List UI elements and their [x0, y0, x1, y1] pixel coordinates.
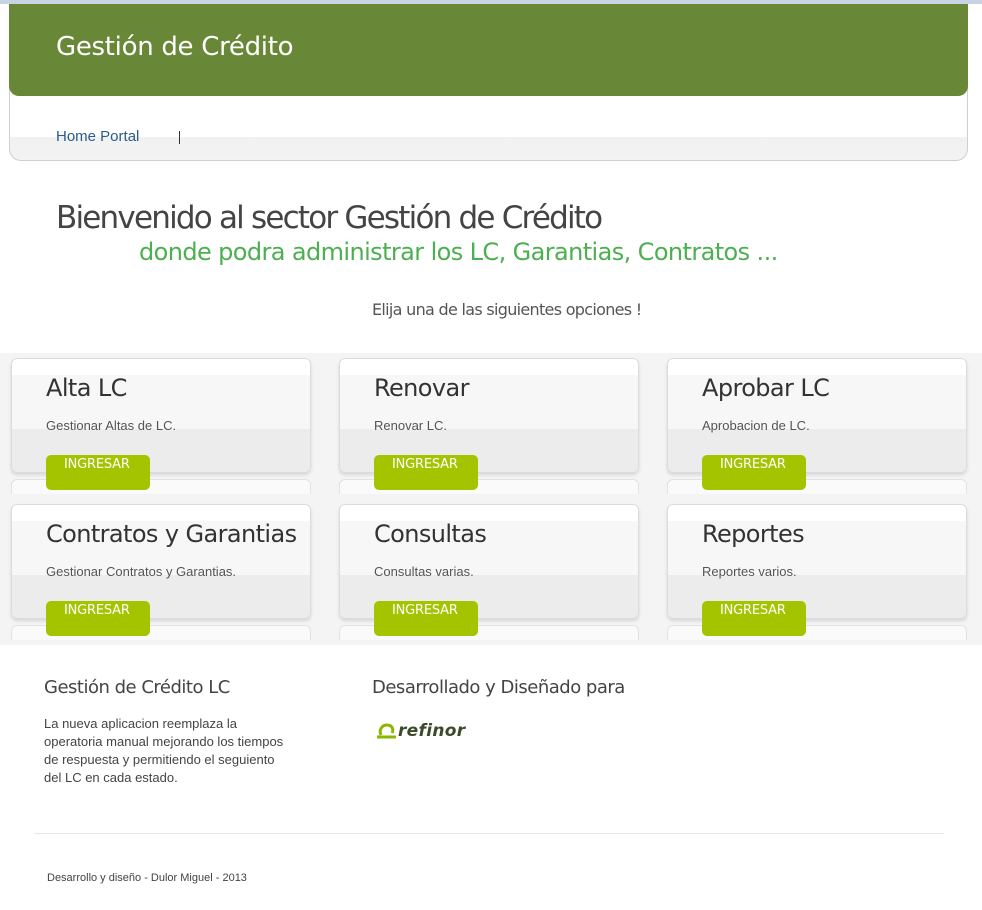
site-title: Gestión de Crédito	[56, 32, 294, 62]
option-card-consultas: Consultas Consultas varias. INGRESAR	[339, 504, 639, 640]
card-title: Renovar	[374, 374, 469, 402]
card-title: Consultas	[374, 520, 487, 548]
nav-separator	[179, 131, 180, 144]
card-title: Contratos y Garantias	[46, 520, 297, 548]
card-description: Consultas varias.	[374, 564, 474, 579]
card-title: Reportes	[702, 520, 805, 548]
footer-made-for-title: Desarrollado y Diseñado para	[372, 677, 625, 698]
card-description: Aprobacion de LC.	[702, 418, 810, 433]
choose-option-text: Elija una de las siguientes opciones !	[372, 300, 642, 319]
ingresar-button-consultas[interactable]: INGRESAR	[374, 601, 478, 636]
welcome-subtitle: donde podra administrar los LC, Garantia…	[139, 238, 778, 266]
page-header: Gestión de Crédito	[9, 4, 968, 96]
option-card-alta-lc: Alta LC Gestionar Altas de LC. INGRESAR	[11, 358, 311, 494]
card-title: Aprobar LC	[702, 374, 830, 402]
options-band: Alta LC Gestionar Altas de LC. INGRESAR …	[0, 353, 982, 645]
footer-divider	[34, 833, 944, 834]
card-description: Renovar LC.	[374, 418, 447, 433]
option-card-reportes: Reportes Reportes varios. INGRESAR	[667, 504, 967, 640]
nav-home-portal-link[interactable]: Home Portal	[56, 128, 139, 145]
refinor-logo-text: refinor	[398, 721, 466, 741]
option-card-renovar: Renovar Renovar LC. INGRESAR	[339, 358, 639, 494]
ingresar-button-reportes[interactable]: INGRESAR	[702, 601, 806, 636]
card-description: Reportes varios.	[702, 564, 797, 579]
welcome-title: Bienvenido al sector Gestión de Crédito	[56, 200, 603, 236]
footer-credits: Desarrollo y diseño - Dulor Miguel - 201…	[47, 872, 247, 884]
card-title: Alta LC	[46, 374, 127, 402]
ingresar-button-aprobar-lc[interactable]: INGRESAR	[702, 455, 806, 490]
ingresar-button-contratos-garantias[interactable]: INGRESAR	[46, 601, 150, 636]
option-card-contratos-garantias: Contratos y Garantias Gestionar Contrato…	[11, 504, 311, 640]
ingresar-button-alta-lc[interactable]: INGRESAR	[46, 455, 150, 490]
ingresar-button-renovar[interactable]: INGRESAR	[374, 455, 478, 490]
refinor-logo[interactable]: refinor	[376, 720, 465, 742]
option-card-aprobar-lc: Aprobar LC Aprobacion de LC. INGRESAR	[667, 358, 967, 494]
footer-about-title: Gestión de Crédito LC	[44, 677, 230, 698]
card-description: Gestionar Altas de LC.	[46, 418, 177, 433]
refinor-mark-icon	[377, 723, 396, 739]
card-description: Gestionar Contratos y Garantias.	[46, 564, 237, 579]
footer-about-text: La nueva aplicacion reemplaza la operato…	[44, 716, 284, 785]
